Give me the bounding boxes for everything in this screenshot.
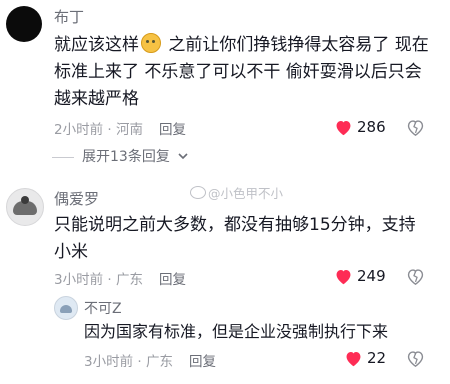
chevron-down-icon xyxy=(178,148,188,164)
avatar-gaara[interactable] xyxy=(6,188,44,226)
weibo-icon xyxy=(190,186,206,199)
like-count: 22 xyxy=(367,349,387,367)
like-count: 286 xyxy=(357,118,386,136)
reply-button[interactable]: 回复 xyxy=(189,354,216,370)
comment-username[interactable]: 布丁 xyxy=(54,6,84,27)
dislike-icon[interactable] xyxy=(406,350,425,367)
comment-meta: 2小时前 · 河南 回复 xyxy=(54,122,186,138)
like-heart-icon[interactable] xyxy=(334,119,353,136)
like-heart-icon[interactable] xyxy=(334,268,353,285)
comment-meta: 3小时前 · 广东 回复 xyxy=(54,272,186,288)
reply-username[interactable]: 不可Z xyxy=(84,298,122,318)
avatar-budding[interactable] xyxy=(6,6,42,42)
comment-text: 就应该这样 之前让你们挣钱挣得太容易了 现在标准上来了 不乐意了可以不干 偷奸耍… xyxy=(54,33,429,109)
watermark: @小色甲不小 xyxy=(190,183,283,202)
comment-text: 只能说明之前大多数，都没有抽够15分钟，支持小米 xyxy=(54,215,416,262)
dislike-icon[interactable] xyxy=(406,119,425,136)
comment-username[interactable]: 偶爱罗 xyxy=(54,188,99,209)
reply-meta: 3小时前 · 广东 回复 xyxy=(84,354,216,370)
reply-button[interactable]: 回复 xyxy=(159,272,186,288)
reply-text: 因为国家有标准，但是企业没强制执行下来 xyxy=(84,322,389,341)
avatar-bukez[interactable] xyxy=(54,296,78,320)
doge-emoji xyxy=(141,33,161,53)
expand-divider xyxy=(52,156,74,158)
dislike-icon[interactable] xyxy=(406,268,425,285)
like-count: 249 xyxy=(357,267,386,285)
reply-button[interactable]: 回复 xyxy=(159,122,186,138)
expand-replies-button[interactable]: 展开13条回复 xyxy=(52,146,188,166)
like-heart-icon[interactable] xyxy=(344,350,363,367)
